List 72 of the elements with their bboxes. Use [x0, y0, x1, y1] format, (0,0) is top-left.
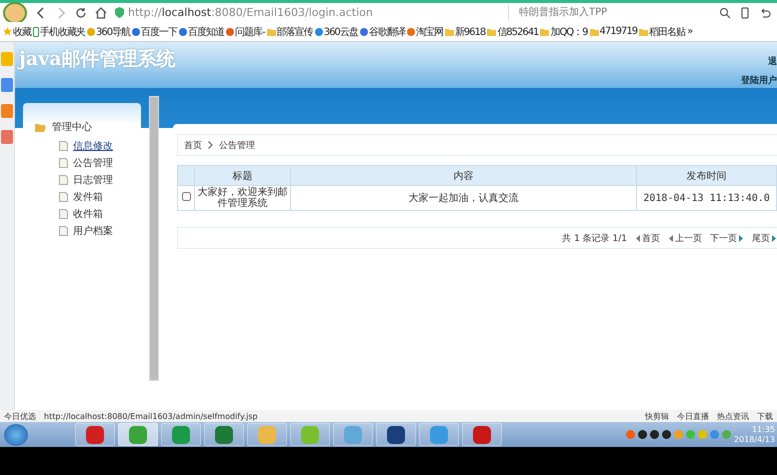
- tree-root[interactable]: 管理中心: [52, 120, 92, 134]
- bookmark[interactable]: 部落宣传: [276, 24, 313, 38]
- folder-icon: [487, 28, 496, 36]
- status-label[interactable]: 今日优选: [4, 410, 36, 422]
- bookmark[interactable]: 360云盘: [324, 24, 358, 38]
- scrollbar[interactable]: [149, 96, 159, 381]
- taskbar-app[interactable]: [462, 423, 502, 446]
- more-bookmarks[interactable]: »: [687, 26, 692, 37]
- bookmark[interactable]: 4719719: [600, 26, 638, 37]
- sidebar-item[interactable]: 日志管理: [73, 173, 113, 187]
- row-checkbox[interactable]: [182, 192, 191, 201]
- breadcrumb-link[interactable]: 公告管理: [219, 138, 255, 152]
- breadcrumb-link[interactable]: 首页: [184, 138, 202, 152]
- pager-link[interactable]: 上一页: [668, 232, 702, 244]
- table-cell: 大家好，欢迎来到邮件管理系统: [194, 186, 290, 210]
- table-cell: 大家一起加油，认真交流: [290, 186, 637, 210]
- bookmark[interactable]: 稻田名贴: [649, 24, 686, 38]
- taskbar-app[interactable]: [376, 423, 416, 446]
- pager-link[interactable]: 首页: [635, 232, 660, 244]
- status-item[interactable]: 热点资讯: [717, 410, 749, 422]
- sidebar-item[interactable]: 信息修改: [73, 139, 113, 153]
- download-link[interactable]: 下载: [757, 410, 773, 422]
- phone-icon[interactable]: [739, 6, 751, 18]
- sidebar-item[interactable]: 公告管理: [73, 156, 113, 170]
- folder-icon: [444, 28, 454, 36]
- status-item[interactable]: 今日直播: [677, 410, 709, 422]
- header-link[interactable]: 退: [768, 55, 777, 68]
- address-field[interactable]: http://localhost:8080/Email1603/login.action: [128, 6, 373, 19]
- folder-icon: [540, 28, 550, 36]
- status-item[interactable]: 快剪辑: [645, 410, 669, 422]
- table-cell: 2018-04-13 11:13:40.0: [636, 186, 776, 210]
- bookmark[interactable]: 收藏: [13, 24, 31, 38]
- status-url: http://localhost:8080/Email1603/admin/selfmodify.jsp: [44, 412, 258, 420]
- home-icon[interactable]: [95, 6, 107, 18]
- sidebar-item[interactable]: 发件箱: [73, 190, 103, 204]
- right-arrow-icon: [738, 234, 744, 242]
- sidebar-item[interactable]: 用户档案: [73, 224, 113, 238]
- search-icon[interactable]: [719, 6, 731, 18]
- shield-icon: [115, 7, 124, 18]
- column-header: 标题: [194, 166, 290, 186]
- bookmark[interactable]: 加QQ：9: [550, 24, 588, 38]
- avatar[interactable]: [3, 2, 27, 24]
- bookmark[interactable]: 问题库-: [235, 24, 265, 38]
- bookmark[interactable]: 百度知道: [188, 24, 224, 38]
- column-header: 发布时间: [636, 166, 776, 186]
- pager-link[interactable]: 尾页: [752, 232, 777, 244]
- left-arrow-icon: [635, 234, 641, 242]
- chevron-icon: [208, 141, 213, 149]
- bookmark[interactable]: 360导航: [96, 24, 130, 38]
- app-title: java邮件管理系统: [19, 47, 176, 72]
- bookmark[interactable]: 谷歌翻译: [368, 24, 405, 38]
- bookmark[interactable]: 淘宝网: [416, 24, 443, 38]
- folder-icon: [590, 28, 599, 36]
- start-button[interactable]: [4, 424, 28, 446]
- right-arrow-icon: [771, 234, 777, 242]
- record-count: 共 1 条记录 1/1: [562, 232, 627, 244]
- left-arrow-icon: [668, 234, 674, 242]
- sidebar-item[interactable]: 收件箱: [73, 207, 103, 221]
- reload-icon[interactable]: [75, 6, 87, 18]
- undo-icon[interactable]: [759, 6, 771, 18]
- column-header: 内容: [290, 166, 637, 186]
- folder-icon: [639, 28, 648, 36]
- bookmark[interactable]: 手机收藏夹: [40, 24, 85, 38]
- folder-icon: [266, 28, 276, 36]
- header-link[interactable]: 登陆用户: [741, 74, 777, 87]
- bookmark[interactable]: 信852641: [497, 24, 538, 38]
- bookmark[interactable]: 新9618: [454, 24, 486, 38]
- phone-icon: [33, 26, 39, 36]
- bookmark[interactable]: 百度一下: [141, 24, 178, 38]
- taskbar-app[interactable]: [204, 423, 244, 446]
- pager-link[interactable]: 下一页: [710, 232, 744, 244]
- taskbar-app[interactable]: [75, 423, 115, 446]
